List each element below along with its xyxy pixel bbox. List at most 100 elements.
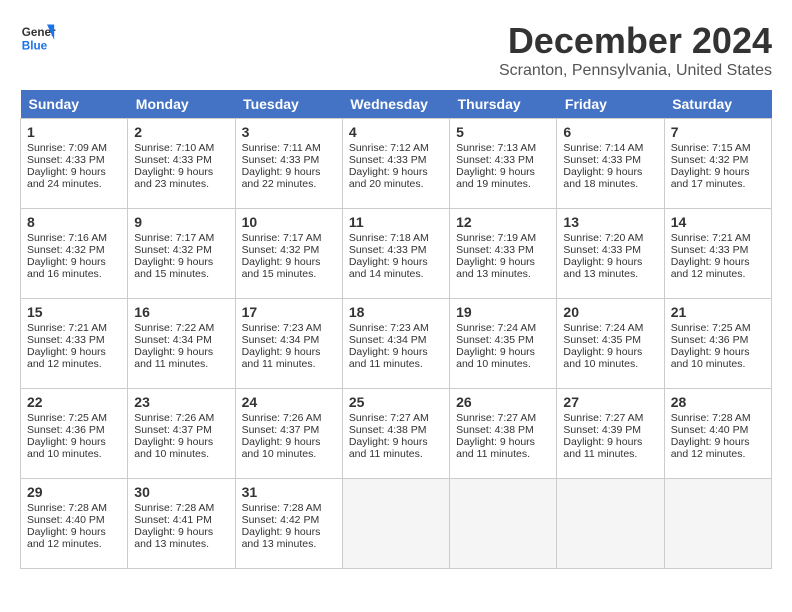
sunset-text: Sunset: 4:32 PM [671,154,765,166]
sunset-text: Sunset: 4:39 PM [563,424,657,436]
daylight-text: Daylight: 9 hours and 12 minutes. [671,256,765,280]
header-monday: Monday [128,90,235,119]
calendar-cell: 20Sunrise: 7:24 AMSunset: 4:35 PMDayligh… [557,299,664,389]
sunset-text: Sunset: 4:33 PM [563,154,657,166]
calendar-cell [450,479,557,569]
daylight-text: Daylight: 9 hours and 10 minutes. [27,436,121,460]
daylight-text: Daylight: 9 hours and 10 minutes. [134,436,228,460]
calendar-cell: 19Sunrise: 7:24 AMSunset: 4:35 PMDayligh… [450,299,557,389]
sunset-text: Sunset: 4:36 PM [27,424,121,436]
sunrise-text: Sunrise: 7:27 AM [456,412,550,424]
calendar-cell: 10Sunrise: 7:17 AMSunset: 4:32 PMDayligh… [235,209,342,299]
calendar-cell: 31Sunrise: 7:28 AMSunset: 4:42 PMDayligh… [235,479,342,569]
day-number: 7 [671,124,765,140]
sunset-text: Sunset: 4:33 PM [134,154,228,166]
sunrise-text: Sunrise: 7:19 AM [456,232,550,244]
day-number: 21 [671,304,765,320]
sunset-text: Sunset: 4:33 PM [349,154,443,166]
header-thursday: Thursday [450,90,557,119]
day-number: 4 [349,124,443,140]
calendar-cell: 12Sunrise: 7:19 AMSunset: 4:33 PMDayligh… [450,209,557,299]
calendar-cell: 23 Sunrise: 7:26 AMSunset: 4:37 PMDayligh… [128,389,235,479]
sunset-text: Sunset: 4:34 PM [134,334,228,346]
daylight-text: Daylight: 9 hours and 13 minutes. [563,256,657,280]
day-number: 14 [671,214,765,230]
sunrise-text: Sunrise: 7:26 AM [242,412,336,424]
sunrise-text: Sunrise: 7:18 AM [349,232,443,244]
sunset-text: Sunset: 4:32 PM [27,244,121,256]
calendar-cell: 5Sunrise: 7:13 AMSunset: 4:33 PMDaylight… [450,119,557,209]
calendar-cell: 14Sunrise: 7:21 AMSunset: 4:33 PMDayligh… [664,209,771,299]
daylight-text: Daylight: 9 hours and 15 minutes. [242,256,336,280]
calendar-cell: 29Sunrise: 7:28 AMSunset: 4:40 PMDayligh… [21,479,128,569]
sunset-text: Sunset: 4:33 PM [456,154,550,166]
sunrise-text: Sunrise: 7:27 AM [563,412,657,424]
sunrise-text: Sunrise: 7:16 AM [27,232,121,244]
sunset-text: Sunset: 4:33 PM [563,244,657,256]
sunrise-text: Sunrise: 7:12 AM [349,142,443,154]
sunset-text: Sunset: 4:35 PM [563,334,657,346]
sunrise-text: Sunrise: 7:14 AM [563,142,657,154]
header-sunday: Sunday [21,90,128,119]
page-header: General Blue December 2024 Scranton, Pen… [20,20,772,80]
sunrise-text: Sunrise: 7:28 AM [671,412,765,424]
sunset-text: Sunset: 4:37 PM [134,424,228,436]
day-number: 23 [134,394,228,410]
sunset-text: Sunset: 4:36 PM [671,334,765,346]
sunset-text: Sunset: 4:41 PM [134,514,228,526]
header-tuesday: Tuesday [235,90,342,119]
calendar-header-row: SundayMondayTuesdayWednesdayThursdayFrid… [21,90,772,119]
sunrise-text: Sunrise: 7:17 AM [242,232,336,244]
day-number: 10 [242,214,336,230]
daylight-text: Daylight: 9 hours and 17 minutes. [671,166,765,190]
header-friday: Friday [557,90,664,119]
sunset-text: Sunset: 4:37 PM [242,424,336,436]
header-saturday: Saturday [664,90,771,119]
calendar-cell: 1Sunrise: 7:09 AMSunset: 4:33 PMDaylight… [21,119,128,209]
logo-icon: General Blue [20,20,56,56]
daylight-text: Daylight: 9 hours and 23 minutes. [134,166,228,190]
day-number: 1 [27,124,121,140]
sunrise-text: Sunrise: 7:23 AM [349,322,443,334]
location-title: Scranton, Pennsylvania, United States [499,62,772,80]
day-number: 5 [456,124,550,140]
sunset-text: Sunset: 4:38 PM [349,424,443,436]
sunset-text: Sunset: 4:33 PM [242,154,336,166]
sunset-text: Sunset: 4:32 PM [134,244,228,256]
calendar-cell: 17Sunrise: 7:23 AMSunset: 4:34 PMDayligh… [235,299,342,389]
sunrise-text: Sunrise: 7:21 AM [671,232,765,244]
calendar-week-1: 1Sunrise: 7:09 AMSunset: 4:33 PMDaylight… [21,119,772,209]
sunset-text: Sunset: 4:33 PM [349,244,443,256]
sunset-text: Sunset: 4:38 PM [456,424,550,436]
daylight-text: Daylight: 9 hours and 10 minutes. [671,346,765,370]
sunrise-text: Sunrise: 7:27 AM [349,412,443,424]
title-block: December 2024 Scranton, Pennsylvania, Un… [499,20,772,80]
daylight-text: Daylight: 9 hours and 11 minutes. [349,436,443,460]
sunrise-text: Sunrise: 7:24 AM [456,322,550,334]
sunset-text: Sunset: 4:40 PM [671,424,765,436]
calendar-cell [342,479,449,569]
sunset-text: Sunset: 4:34 PM [242,334,336,346]
daylight-text: Daylight: 9 hours and 19 minutes. [456,166,550,190]
daylight-text: Daylight: 9 hours and 12 minutes. [671,436,765,460]
sunrise-text: Sunrise: 7:17 AM [134,232,228,244]
day-number: 15 [27,304,121,320]
day-number: 30 [134,484,228,500]
daylight-text: Daylight: 9 hours and 12 minutes. [27,346,121,370]
daylight-text: Daylight: 9 hours and 18 minutes. [563,166,657,190]
daylight-text: Daylight: 9 hours and 15 minutes. [134,256,228,280]
day-number: 18 [349,304,443,320]
calendar-cell: 3Sunrise: 7:11 AMSunset: 4:33 PMDaylight… [235,119,342,209]
day-number: 12 [456,214,550,230]
calendar-cell [664,479,771,569]
day-number: 25 [349,394,443,410]
calendar-cell: 4Sunrise: 7:12 AMSunset: 4:33 PMDaylight… [342,119,449,209]
calendar-week-4: 22Sunrise: 7:25 AMSunset: 4:36 PMDayligh… [21,389,772,479]
sunrise-text: Sunrise: 7:25 AM [27,412,121,424]
day-number: 22 [27,394,121,410]
sunrise-text: Sunrise: 7:11 AM [242,142,336,154]
day-number: 31 [242,484,336,500]
sunrise-text: Sunrise: 7:26 AM [134,412,228,424]
daylight-text: Daylight: 9 hours and 13 minutes. [134,526,228,550]
daylight-text: Daylight: 9 hours and 12 minutes. [27,526,121,550]
